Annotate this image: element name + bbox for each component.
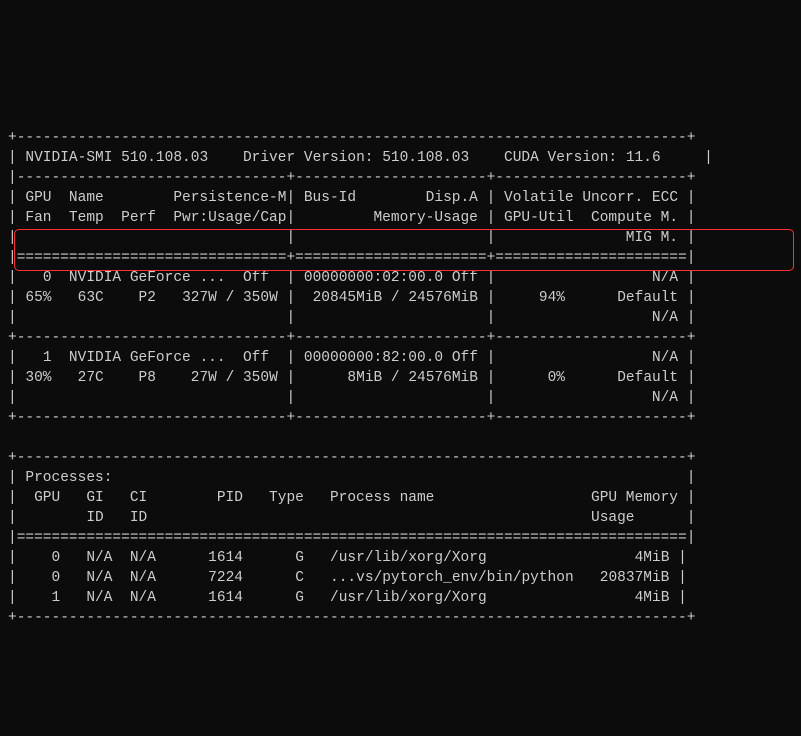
columns-row2: | Fan Temp Perf Pwr:Usage/Cap| Memory-Us… bbox=[8, 210, 695, 226]
nvidia-smi-output: +---------------------------------------… bbox=[8, 88, 793, 628]
proc-row1: | 0 N/A N/A 7224 C ...vs/pytorch_env/bin… bbox=[8, 570, 687, 586]
gpu1-row2: | 30% 27C P8 27W / 350W | 8MiB / 24576Mi… bbox=[8, 370, 696, 386]
driver-version: 510.108.03 bbox=[382, 150, 469, 166]
gpu1-row1: | 1 NVIDIA GeForce ... Off | 00000000:82… bbox=[8, 350, 695, 366]
columns-row1: | GPU Name Persistence-M| Bus-Id Disp.A … bbox=[8, 190, 695, 206]
columns-row3: | | | MIG M. | bbox=[8, 230, 695, 246]
gpu0-row2: | 65% 63C P2 327W / 350W | 20845MiB / 24… bbox=[8, 290, 696, 306]
blank-line bbox=[8, 430, 695, 446]
gpu1-row3: | | | N/A | bbox=[8, 390, 695, 406]
gpu0-row3: | | | N/A | bbox=[8, 310, 695, 326]
proc-top: +---------------------------------------… bbox=[8, 450, 695, 466]
top-border: +---------------------------------------… bbox=[8, 130, 695, 146]
gpu-bottom: +-------------------------------+-------… bbox=[8, 410, 695, 426]
proc-row0: | 0 N/A N/A 1614 G /usr/lib/xorg/Xorg 4M… bbox=[8, 550, 687, 566]
cuda-label: CUDA Version: bbox=[504, 150, 617, 166]
columns-sep: |===============================+=======… bbox=[8, 250, 695, 266]
gpu0-row1: | 0 NVIDIA GeForce ... Off | 00000000:02… bbox=[8, 270, 695, 286]
gpu-sep: +-------------------------------+-------… bbox=[8, 330, 695, 346]
cuda-version: 11.6 bbox=[626, 150, 661, 166]
proc-title: | Processes: | bbox=[8, 470, 695, 486]
driver-label: Driver Version: bbox=[243, 150, 374, 166]
proc-row2: | 1 N/A N/A 1614 G /usr/lib/xorg/Xorg 4M… bbox=[8, 590, 687, 606]
proc-sep: |=======================================… bbox=[8, 530, 695, 546]
header-sep: |-------------------------------+-------… bbox=[8, 170, 695, 186]
proc-head1: | GPU GI CI PID Type Process name GPU Me… bbox=[8, 490, 695, 506]
smi-label: NVIDIA-SMI bbox=[25, 150, 112, 166]
header-row: | NVIDIA-SMI 510.108.03 Driver Version: … bbox=[8, 150, 713, 166]
proc-head2: | ID ID Usage | bbox=[8, 510, 695, 526]
proc-bottom: +---------------------------------------… bbox=[8, 610, 695, 626]
smi-version: 510.108.03 bbox=[121, 150, 208, 166]
